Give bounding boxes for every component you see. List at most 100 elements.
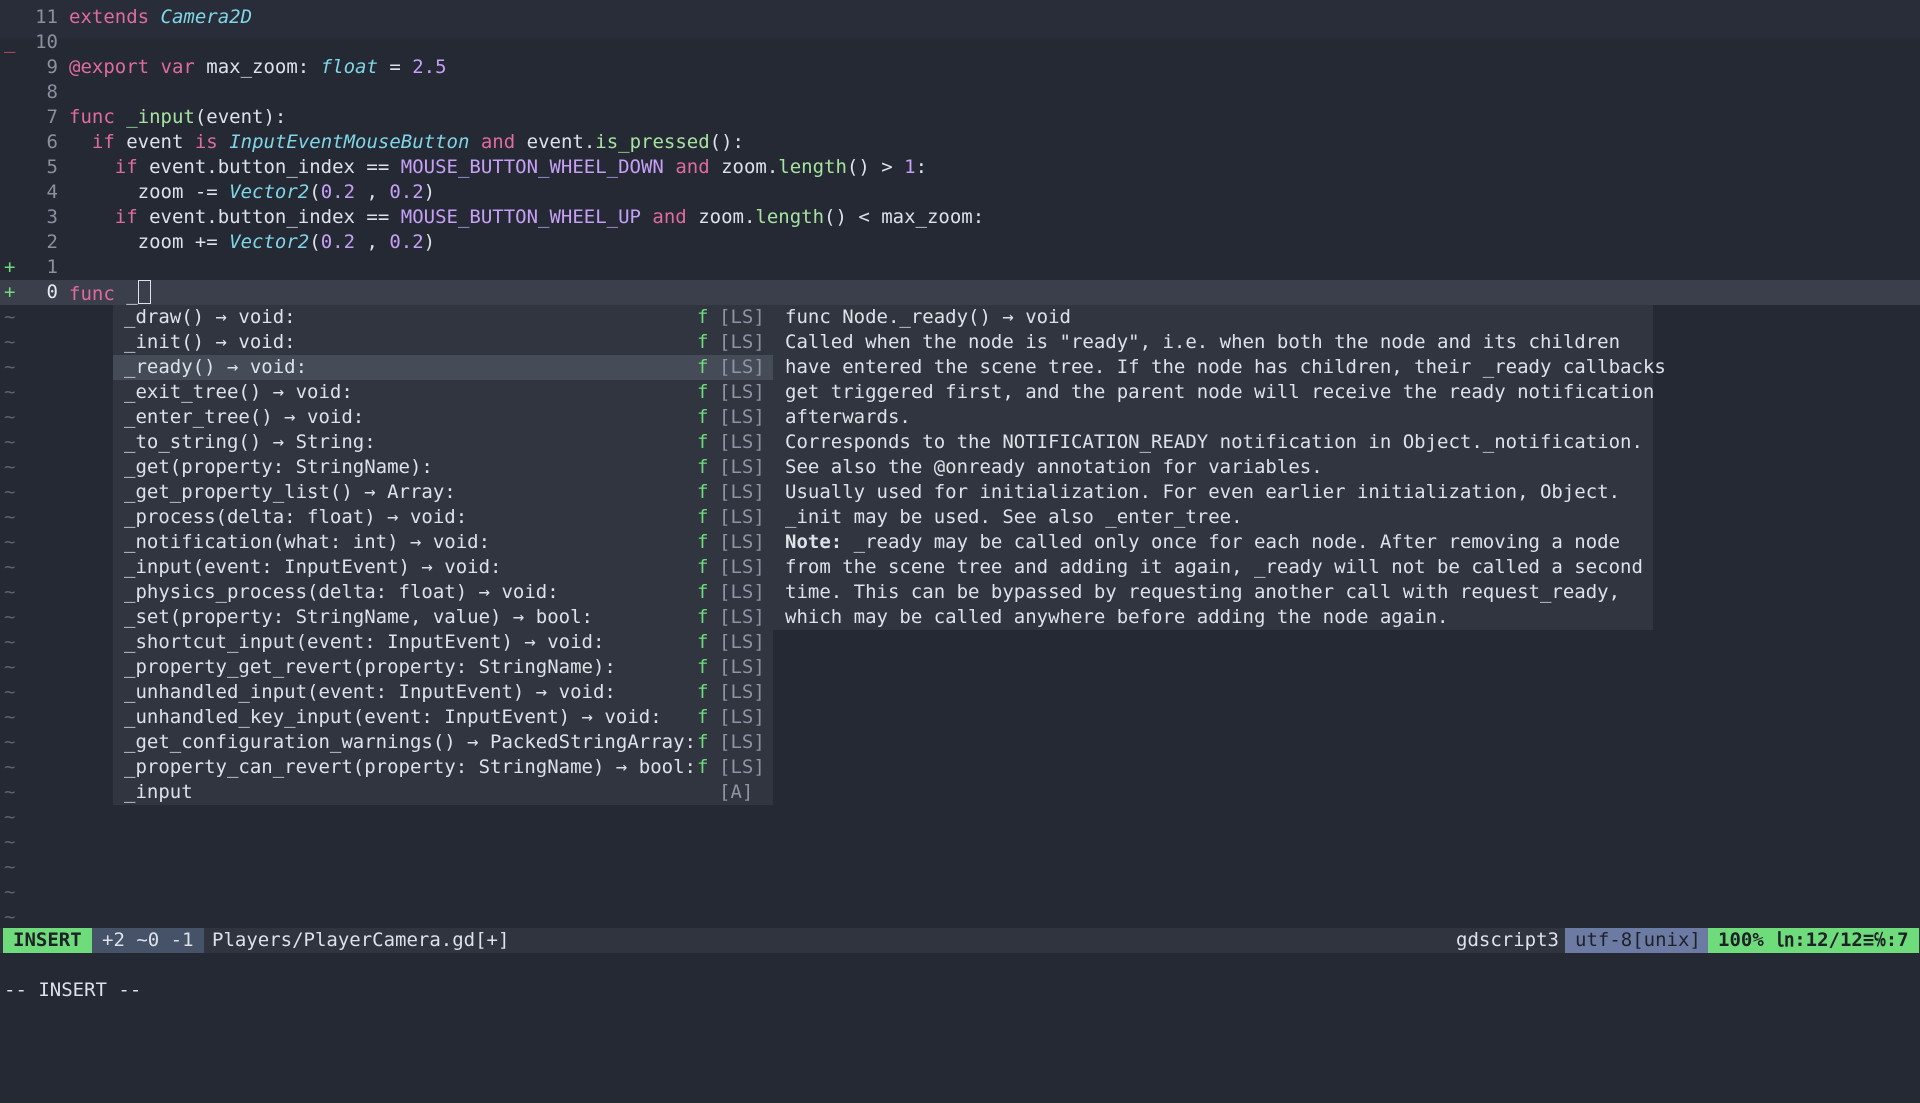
completion-item[interactable]: _to_string() → String: f [LS]	[113, 430, 773, 455]
doc-line: See also the @onready annotation for var…	[785, 456, 1323, 478]
line-number: 3	[46, 206, 58, 228]
completion-source: [LS]	[719, 331, 765, 353]
completion-label: _property_get_revert(property: StringNam…	[124, 656, 616, 678]
code-line[interactable]: 4 zoom -= Vector2(0.2 , 0.2)	[0, 180, 1920, 205]
code-line[interactable]: 7 func _input(event):	[0, 105, 1920, 130]
completion-item[interactable]: _unhandled_input(event: InputEvent) → vo…	[113, 680, 773, 705]
completion-source: [LS]	[719, 506, 765, 528]
completion-kind: f	[697, 306, 709, 328]
completion-label: _enter_tree() → void:	[124, 406, 365, 428]
completion-item[interactable]: _property_get_revert(property: StringNam…	[113, 655, 773, 680]
code-line[interactable]: +0 func _	[0, 280, 1920, 305]
line-number: 2	[46, 231, 58, 253]
code-line[interactable]: _ 10	[0, 30, 1920, 55]
completion-label: _get_property_list() → Array:	[124, 481, 456, 503]
code-line[interactable]: 3 if event.button_index == MOUSE_BUTTON_…	[0, 205, 1920, 230]
completion-item[interactable]: _enter_tree() → void: f [LS]	[113, 405, 773, 430]
doc-line: Usually used for initialization. For eve…	[785, 481, 1621, 503]
completion-item[interactable]: _shortcut_input(event: InputEvent) → voi…	[113, 630, 773, 655]
completion-kind: f	[697, 456, 709, 478]
code-text[interactable]: if event.button_index == MOUSE_BUTTON_WH…	[69, 155, 927, 180]
code-text[interactable]: extends Camera2D	[69, 5, 252, 30]
completion-source: [LS]	[719, 631, 765, 653]
completion-label: _process(delta: float) → void:	[124, 506, 468, 528]
completion-label: _to_string() → String:	[124, 431, 376, 453]
completion-item[interactable]: _get_property_list() → Array: f [LS]	[113, 480, 773, 505]
code-text[interactable]: @export var max_zoom: float = 2.5	[69, 55, 447, 80]
completion-item[interactable]: _ready() → void: f [LS]	[113, 355, 773, 380]
completion-label: _property_can_revert(property: StringNam…	[124, 756, 696, 778]
doc-line: get triggered first, and the parent node…	[785, 381, 1655, 403]
code-text[interactable]: zoom += Vector2(0.2 , 0.2)	[69, 230, 436, 255]
completion-item[interactable]: _init() → void: f [LS]	[113, 330, 773, 355]
doc-line: from the scene tree and adding it again,…	[785, 556, 1643, 578]
command-line[interactable]: -- INSERT --	[4, 978, 141, 1003]
completion-source: [LS]	[719, 531, 765, 553]
git-sign: _	[4, 31, 16, 53]
completion-item[interactable]: _input [A]	[113, 780, 773, 805]
code-line[interactable]: 5 if event.button_index == MOUSE_BUTTON_…	[0, 155, 1920, 180]
code-text[interactable]: zoom -= Vector2(0.2 , 0.2)	[69, 180, 436, 205]
completion-item[interactable]: _exit_tree() → void: f [LS]	[113, 380, 773, 405]
code-text[interactable]: if event.button_index == MOUSE_BUTTON_WH…	[69, 205, 984, 230]
code-text[interactable]: func _input(event):	[69, 105, 286, 130]
completion-label: _input(event: InputEvent) → void:	[124, 556, 502, 578]
code-line[interactable]: 6 if event is InputEventMouseButton and …	[0, 130, 1920, 155]
completion-label: _set(property: StringName, value) → bool…	[124, 606, 593, 628]
completion-item[interactable]: _process(delta: float) → void: f [LS]	[113, 505, 773, 530]
code-line[interactable]: 8	[0, 80, 1920, 105]
completion-source: [LS]	[719, 706, 765, 728]
completion-item[interactable]: _notification(what: int) → void: f [LS]	[113, 530, 773, 555]
completion-item[interactable]: _physics_process(delta: float) → void: f […	[113, 580, 773, 605]
code-line[interactable]: +1	[0, 255, 1920, 280]
line-number: 1	[46, 256, 58, 278]
completion-kind: f	[697, 756, 709, 778]
line-number: 5	[46, 156, 58, 178]
doc-line: _init may be used. See also _enter_tree.	[785, 506, 1243, 528]
completion-kind: f	[697, 481, 709, 503]
completion-kind: f	[697, 431, 709, 453]
completion-source: [LS]	[719, 456, 765, 478]
doc-line: have entered the scene tree. If the node…	[785, 356, 1666, 378]
doc-line: which may be called anywhere before addi…	[785, 606, 1449, 628]
completion-source: [LS]	[719, 356, 765, 378]
completion-source: [LS]	[719, 681, 765, 703]
doc-line: Note: _ready may be called only once for…	[785, 531, 1621, 553]
empty-buffer-line: ~	[4, 881, 16, 903]
doc-line: time. This can be bypassed by requesting…	[785, 581, 1621, 603]
completion-kind: f	[697, 631, 709, 653]
completion-item[interactable]: _property_can_revert(property: StringNam…	[113, 755, 773, 780]
completion-source: [LS]	[719, 756, 765, 778]
code-text[interactable]: func _	[69, 280, 151, 307]
completion-label: _get(property: StringName):	[124, 456, 433, 478]
cursor-position: 100% ㏑:12/12≡℅:7	[1708, 928, 1919, 953]
code-line[interactable]: 9 @export var max_zoom: float = 2.5	[0, 55, 1920, 80]
line-number: 11	[35, 6, 58, 28]
completion-item[interactable]: _input(event: InputEvent) → void: f [LS]	[113, 555, 773, 580]
completion-label: _ready() → void:	[124, 356, 308, 378]
completion-item[interactable]: _unhandled_key_input(event: InputEvent) …	[113, 705, 773, 730]
file-type: gdscript3	[1456, 929, 1559, 951]
completion-kind: f	[697, 331, 709, 353]
doc-line: afterwards.	[785, 406, 911, 428]
completion-item[interactable]: _get(property: StringName): f [LS]	[113, 455, 773, 480]
completion-menu[interactable]: _draw() → void: f [LS] _init() → void: f [LS]…	[113, 305, 773, 805]
completion-kind: f	[697, 506, 709, 528]
completion-kind: f	[697, 581, 709, 603]
code-text[interactable]: if event is InputEventMouseButton and ev…	[69, 130, 744, 155]
completion-item[interactable]: _draw() → void: f [LS]	[113, 305, 773, 330]
completion-source: [LS]	[719, 431, 765, 453]
git-diff-summary: +2 ~0 -1	[92, 928, 204, 953]
completion-source: [LS]	[719, 581, 765, 603]
code-line[interactable]: 2 zoom += Vector2(0.2 , 0.2)	[0, 230, 1920, 255]
completion-label: _unhandled_input(event: InputEvent) → vo…	[124, 681, 616, 703]
completion-label: _shortcut_input(event: InputEvent) → voi…	[124, 631, 605, 653]
completion-label: _input	[124, 781, 193, 803]
git-sign: +	[4, 281, 16, 303]
completion-source: [LS]	[719, 606, 765, 628]
completion-item[interactable]: _set(property: StringName, value) → bool…	[113, 605, 773, 630]
line-number: 0	[46, 281, 58, 303]
line-number: 8	[46, 81, 58, 103]
code-line[interactable]: 11 extends Camera2D	[0, 5, 1920, 30]
completion-item[interactable]: _get_configuration_warnings() → PackedSt…	[113, 730, 773, 755]
